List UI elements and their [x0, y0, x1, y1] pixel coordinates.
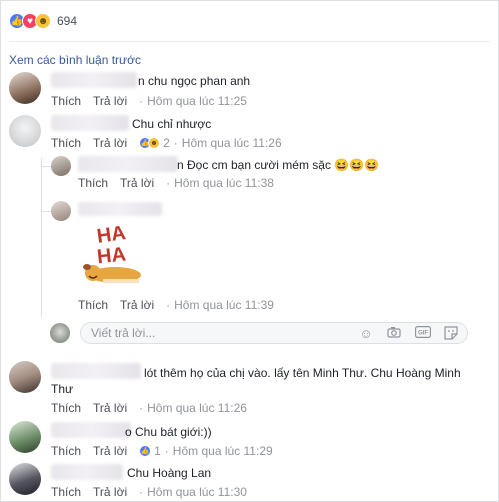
comment-meta: Thích Trả lời 👍 1 · Hôm qua lúc 11:29 [51, 444, 273, 458]
avatar[interactable] [51, 201, 71, 221]
like-button[interactable]: Thích [78, 176, 108, 190]
commenter-name[interactable] [51, 363, 141, 379]
like-button[interactable]: Thích [51, 444, 81, 458]
avatar[interactable] [9, 115, 41, 147]
timestamp[interactable]: Hôm qua lúc 11:25 [147, 94, 247, 108]
view-previous-comments-link[interactable]: Xem các bình luận trước [9, 53, 141, 67]
comment-meta: Thích Trả lời · Hôm qua lúc 11:39 [78, 298, 274, 312]
like-button[interactable]: Thích [51, 485, 81, 499]
haha-sticker[interactable]: HA HA [81, 221, 151, 291]
avatar[interactable] [9, 463, 41, 495]
comment-meta: Thích Trả lời · Hôm qua lúc 11:38 [78, 176, 274, 190]
avatar[interactable] [9, 361, 41, 393]
reply-button[interactable]: Trả lời [93, 94, 127, 108]
avatar[interactable] [9, 421, 41, 453]
reply-button[interactable]: Trả lời [93, 401, 127, 415]
timestamp[interactable]: Hôm qua lúc 11:26 [182, 136, 282, 150]
reply-thread-line [41, 158, 42, 318]
timestamp[interactable]: Hôm qua lúc 11:39 [174, 298, 274, 312]
comment-text: o Chu bát giới:)) [125, 425, 212, 439]
smiley-icon[interactable]: ☺ [358, 326, 374, 342]
comment-meta: Thích Trả lời · Hôm qua lúc 11:30 [51, 485, 247, 499]
commenter-name[interactable] [51, 72, 137, 88]
like-button[interactable]: Thích [51, 136, 81, 150]
comment-text-line2: Thư [51, 382, 74, 396]
reply-button[interactable]: Trả lời [120, 176, 154, 190]
comment-text: Chu chỉ nhược [132, 117, 212, 131]
svg-text:GIF: GIF [418, 331, 428, 337]
haha-icon: ☻ [148, 137, 161, 149]
comment-meta: Thích Trả lời 👍 ☻ 2 · Hôm qua lúc 11:26 [51, 136, 282, 150]
dog-ear [83, 264, 91, 270]
timestamp[interactable]: Hôm qua lúc 11:30 [147, 485, 247, 499]
avatar[interactable] [9, 72, 41, 104]
commenter-name[interactable] [51, 115, 129, 131]
reply-button[interactable]: Trả lời [93, 444, 127, 458]
comment-reactions[interactable]: 👍 ☻ 2 [139, 136, 170, 150]
reply-input[interactable]: Viết trả lời... ☺ GIF [80, 322, 468, 344]
reaction-count: 1 [154, 444, 161, 458]
reply-input-placeholder: Viết trả lời... [91, 326, 156, 340]
comment-meta: Thích Trả lời · Hôm qua lúc 11:26 [51, 401, 247, 415]
like-button[interactable]: Thích [78, 298, 108, 312]
reaction-count: 2 [163, 136, 170, 150]
commenter-name[interactable] [78, 202, 162, 216]
commenter-name[interactable] [51, 422, 131, 438]
timestamp[interactable]: Hôm qua lúc 11:29 [173, 444, 273, 458]
timestamp[interactable]: Hôm qua lúc 11:38 [174, 176, 274, 190]
sticker-line2: HA [96, 244, 127, 269]
reply-button[interactable]: Trả lời [93, 136, 127, 150]
reactions-summary[interactable]: 👍 ♥ ☻ 694 [9, 12, 77, 30]
comment-reactions[interactable]: 👍 1 [139, 444, 161, 458]
comment-text: n chu ngọc phan anh [138, 74, 251, 88]
commenter-name[interactable] [78, 156, 178, 172]
comments-panel: 👍 ♥ ☻ 694 Xem các bình luận trước n chu … [0, 0, 499, 502]
my-avatar [50, 323, 70, 343]
timestamp[interactable]: Hôm qua lúc 11:26 [147, 401, 247, 415]
avatar[interactable] [51, 156, 71, 176]
reply-button[interactable]: Trả lời [120, 298, 154, 312]
haha-icon: ☻ [35, 13, 51, 29]
reply-button[interactable]: Trả lời [93, 485, 127, 499]
like-button[interactable]: Thích [51, 94, 81, 108]
comment-text: lót thêm họ của chị vào. lấy tên Minh Th… [144, 366, 461, 380]
like-button[interactable]: Thích [51, 401, 81, 415]
comment-text: n Đọc cm bạn cười mém sặc 😆😆😆 [177, 158, 380, 172]
dog-belly [103, 279, 139, 283]
like-icon: 👍 [139, 445, 152, 457]
gif-icon[interactable]: GIF [415, 326, 432, 342]
comment-text: Chu Hoàng Lan [127, 466, 212, 480]
camera-icon[interactable] [386, 326, 402, 342]
sticker-icon[interactable] [443, 326, 459, 342]
divider [9, 41, 490, 42]
reaction-count: 694 [57, 14, 78, 28]
comment-meta: Thích Trả lời · Hôm qua lúc 11:25 [51, 94, 247, 108]
commenter-name[interactable] [51, 464, 123, 480]
